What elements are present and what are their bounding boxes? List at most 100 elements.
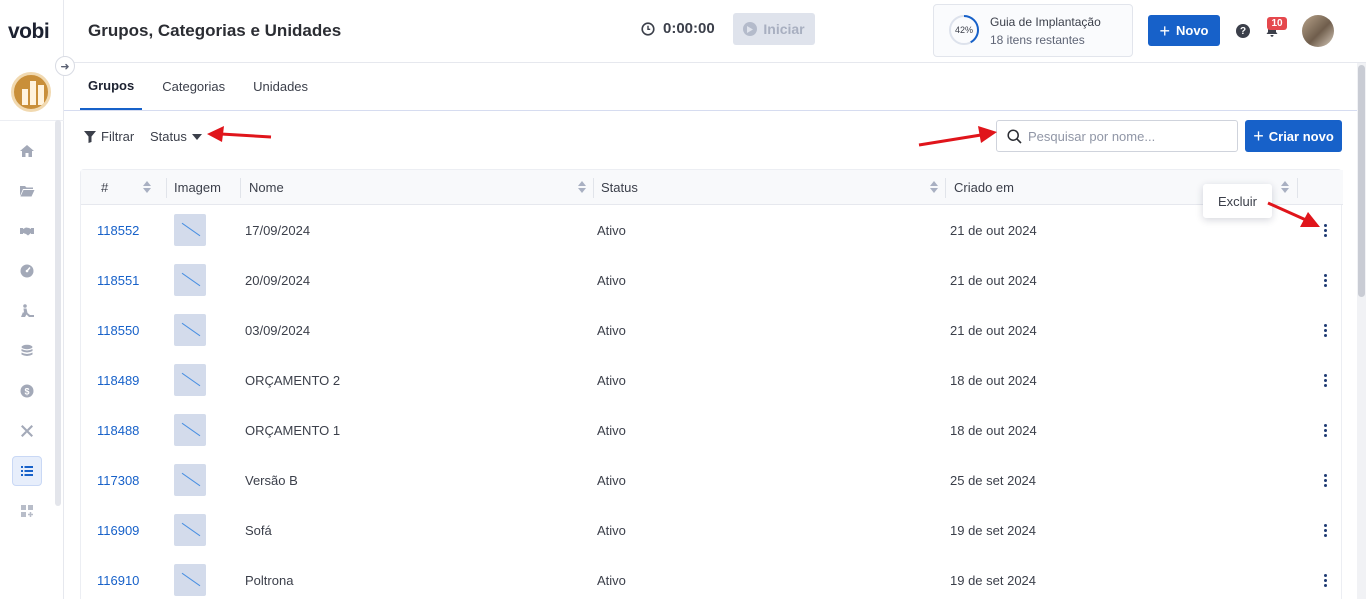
sort-icon[interactable] <box>578 181 586 193</box>
row-actions-button[interactable] <box>1319 255 1331 305</box>
filter-button[interactable]: Filtrar <box>84 129 134 144</box>
table-row[interactable]: 118550 03/09/2024 Ativo 21 de out 2024 <box>81 305 1343 355</box>
row-image-cell <box>174 205 206 255</box>
more-vertical-icon <box>1319 523 1331 537</box>
row-actions-button[interactable] <box>1319 455 1331 505</box>
sidebar-scrollbar[interactable] <box>55 120 61 506</box>
play-icon <box>743 22 758 36</box>
row-created-date: 21 de out 2024 <box>950 322 1037 338</box>
table-row[interactable]: 118551 20/09/2024 Ativo 21 de out 2024 <box>81 255 1343 305</box>
row-status: Ativo <box>597 222 626 238</box>
more-vertical-icon <box>1319 323 1331 337</box>
column-divider <box>593 178 594 198</box>
sort-icon[interactable] <box>930 181 938 193</box>
sidebar-item-finance[interactable]: $ <box>12 376 42 406</box>
tab-categorias[interactable]: Categorias <box>154 63 233 110</box>
table-row[interactable]: 118552 17/09/2024 Ativo 21 de out 2024 <box>81 205 1343 255</box>
sidebar-item-tools[interactable] <box>12 416 42 446</box>
apps-plus-icon <box>21 505 33 517</box>
filter-label: Filtrar <box>101 129 135 144</box>
sort-icon[interactable] <box>1281 181 1289 193</box>
implementation-guide[interactable]: 42% Guia de Implantação 18 itens restant… <box>933 4 1133 57</box>
more-vertical-icon <box>1319 573 1331 587</box>
caret-down-icon <box>191 133 202 140</box>
status-dropdown-label: Status <box>150 129 187 144</box>
sidebar-item-home[interactable] <box>12 136 42 166</box>
table-row[interactable]: 118488 ORÇAMENTO 1 Ativo 18 de out 2024 <box>81 405 1343 455</box>
row-image-cell <box>174 255 206 305</box>
sidebar-item-deals[interactable] <box>12 216 42 246</box>
search-field[interactable] <box>996 120 1238 152</box>
company-avatar[interactable] <box>11 72 51 112</box>
sidebar-item-projects[interactable] <box>12 176 42 206</box>
column-header-name[interactable]: Nome <box>249 170 592 205</box>
column-header-name-label: Nome <box>249 180 284 195</box>
row-image-cell <box>174 555 206 599</box>
page-scrollbar-thumb[interactable] <box>1358 65 1365 297</box>
row-id-link[interactable]: 118550 <box>97 305 139 355</box>
row-id-link[interactable]: 118551 <box>97 255 139 305</box>
dollar-icon: $ <box>20 384 34 398</box>
clock-icon <box>641 21 655 36</box>
gauge-icon <box>20 264 34 278</box>
start-timer-label: Iniciar <box>763 21 805 37</box>
row-id-link[interactable]: 118489 <box>97 355 139 405</box>
status-dropdown[interactable]: Status <box>150 129 202 144</box>
annotation-arrow-icon <box>1267 201 1320 227</box>
notifications-badge: 10 <box>1267 17 1287 30</box>
row-created-date: 21 de out 2024 <box>950 222 1037 238</box>
row-created-date: 19 de set 2024 <box>950 572 1037 588</box>
table-row[interactable]: 118489 ORÇAMENTO 2 Ativo 18 de out 2024 <box>81 355 1343 405</box>
column-divider <box>1297 178 1298 198</box>
sidebar-collapse-button[interactable]: ➜ <box>55 56 75 76</box>
folder-open-icon <box>20 186 35 197</box>
row-status: Ativo <box>597 522 626 538</box>
row-image-cell <box>174 405 206 455</box>
plus-icon: + <box>1159 20 1170 41</box>
table-row[interactable]: 116909 Sofá Ativo 19 de set 2024 <box>81 505 1343 555</box>
sidebar-nav: $ <box>12 136 42 536</box>
row-name: 17/09/2024 <box>245 222 311 238</box>
user-avatar[interactable] <box>1302 15 1334 47</box>
row-actions-button[interactable] <box>1319 405 1331 455</box>
column-header-status[interactable]: Status <box>601 170 944 205</box>
row-status: Ativo <box>597 472 626 488</box>
page-scrollbar[interactable] <box>1357 63 1366 599</box>
row-created-date: 19 de set 2024 <box>950 522 1037 538</box>
image-placeholder-icon <box>174 414 206 446</box>
image-placeholder-icon <box>174 314 206 346</box>
guide-title: Guia de Implantação <box>990 15 1101 29</box>
svg-text:$: $ <box>24 386 29 396</box>
table-row[interactable]: 116910 Poltrona Ativo 19 de set 2024 <box>81 555 1343 599</box>
column-divider <box>166 178 167 198</box>
row-actions-button[interactable] <box>1319 505 1331 555</box>
row-id-link[interactable]: 118488 <box>97 405 139 455</box>
tab-grupos[interactable]: Grupos <box>80 63 143 110</box>
delete-menu-item[interactable]: Excluir <box>1218 194 1257 209</box>
sort-icon[interactable] <box>143 181 151 193</box>
table-row[interactable]: 117308 Versão B Ativo 25 de set 2024 <box>81 455 1343 505</box>
tab-unidades[interactable]: Unidades <box>245 63 316 110</box>
more-vertical-icon <box>1319 273 1331 287</box>
sidebar-item-dashboard[interactable] <box>12 256 42 286</box>
create-new-button[interactable]: + Criar novo <box>1245 120 1342 152</box>
row-status: Ativo <box>597 422 626 438</box>
row-id-link[interactable]: 116909 <box>97 505 139 555</box>
column-header-id[interactable]: # <box>101 170 161 205</box>
sidebar-item-database[interactable] <box>12 336 42 366</box>
row-actions-button[interactable] <box>1319 555 1331 599</box>
sidebar-item-apps[interactable] <box>12 496 42 526</box>
row-id-link[interactable]: 118552 <box>97 205 139 255</box>
row-id-link[interactable]: 117308 <box>97 455 139 505</box>
sidebar-item-lists[interactable] <box>12 456 42 486</box>
sidebar-item-works[interactable] <box>12 296 42 326</box>
search-input[interactable] <box>1028 128 1228 144</box>
start-timer-button[interactable]: Iniciar <box>733 13 815 45</box>
new-button[interactable]: + Novo <box>1148 15 1220 46</box>
row-actions-button[interactable] <box>1319 305 1331 355</box>
row-id-link[interactable]: 116910 <box>97 555 139 599</box>
guide-percent: 42% <box>954 25 973 35</box>
row-actions-button[interactable] <box>1319 355 1331 405</box>
help-icon[interactable]: ? <box>1236 24 1250 38</box>
app-logo[interactable]: vobi <box>8 20 50 44</box>
